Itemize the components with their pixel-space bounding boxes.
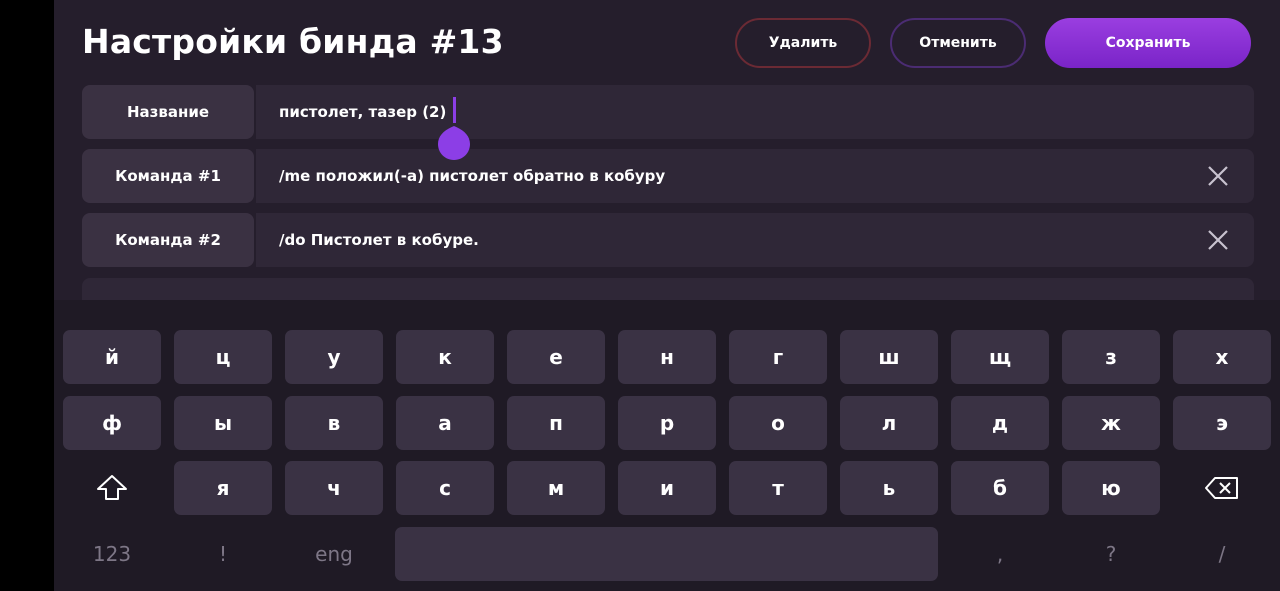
close-icon[interactable] <box>1206 228 1230 252</box>
command-2-input[interactable]: /do Пистолет в кобуре. <box>256 213 1254 267</box>
key[interactable]: ф <box>63 396 161 450</box>
onscreen-keyboard: й ц у к е н г ш щ з х ф ы в а п р о л д … <box>54 300 1280 591</box>
key[interactable]: у <box>285 330 383 384</box>
key[interactable]: ч <box>285 461 383 515</box>
command-2-row: Команда #2 /do Пистолет в кобуре. <box>82 213 1254 267</box>
close-icon[interactable] <box>1206 164 1230 188</box>
key[interactable]: э <box>1173 396 1271 450</box>
key[interactable]: л <box>840 396 938 450</box>
key[interactable]: ю <box>1062 461 1160 515</box>
key[interactable]: й <box>63 330 161 384</box>
backspace-icon <box>1205 477 1238 499</box>
key[interactable]: з <box>1062 330 1160 384</box>
cursor-handle-icon[interactable] <box>438 112 470 160</box>
name-input[interactable]: пистолет, тазер (2) <box>256 85 1254 139</box>
key[interactable]: г <box>729 330 827 384</box>
key[interactable]: с <box>396 461 494 515</box>
key[interactable]: р <box>618 396 716 450</box>
numbers-key[interactable]: 123 <box>63 527 161 581</box>
question-key[interactable]: ? <box>1062 527 1160 581</box>
key[interactable]: б <box>951 461 1049 515</box>
shift-key[interactable] <box>63 461 161 515</box>
key[interactable]: д <box>951 396 1049 450</box>
key[interactable]: щ <box>951 330 1049 384</box>
key[interactable]: ж <box>1062 396 1160 450</box>
shift-icon <box>97 475 127 500</box>
device-edge <box>0 0 54 591</box>
language-key[interactable]: eng <box>285 527 383 581</box>
key[interactable]: е <box>507 330 605 384</box>
delete-button[interactable]: Удалить <box>735 18 871 68</box>
name-row: Название пистолет, тазер (2) <box>82 85 1254 139</box>
key[interactable]: и <box>618 461 716 515</box>
key[interactable]: х <box>1173 330 1271 384</box>
key[interactable]: т <box>729 461 827 515</box>
key[interactable]: я <box>174 461 272 515</box>
key[interactable]: ь <box>840 461 938 515</box>
slash-key[interactable]: / <box>1173 527 1271 581</box>
backspace-key[interactable] <box>1173 461 1271 515</box>
cancel-button[interactable]: Отменить <box>890 18 1026 68</box>
key[interactable]: ш <box>840 330 938 384</box>
exclamation-key[interactable]: ! <box>174 527 272 581</box>
space-key[interactable] <box>395 527 938 581</box>
command-2-label: Команда #2 <box>82 213 254 267</box>
command-1-input[interactable]: /me положил(-а) пистолет обратно в кобур… <box>256 149 1254 203</box>
page-title: Настройки бинда #13 <box>82 22 504 61</box>
key[interactable]: к <box>396 330 494 384</box>
save-button[interactable]: Сохранить <box>1045 18 1251 68</box>
key[interactable]: м <box>507 461 605 515</box>
key[interactable]: в <box>285 396 383 450</box>
command-3-row-partial <box>82 278 1254 300</box>
name-label: Название <box>82 85 254 139</box>
command-1-row: Команда #1 /me положил(-а) пистолет обра… <box>82 149 1254 203</box>
key[interactable]: а <box>396 396 494 450</box>
key[interactable]: н <box>618 330 716 384</box>
key[interactable]: п <box>507 396 605 450</box>
key[interactable]: ы <box>174 396 272 450</box>
command-1-label: Команда #1 <box>82 149 254 203</box>
key[interactable]: о <box>729 396 827 450</box>
key[interactable]: ц <box>174 330 272 384</box>
comma-key[interactable]: , <box>951 527 1049 581</box>
